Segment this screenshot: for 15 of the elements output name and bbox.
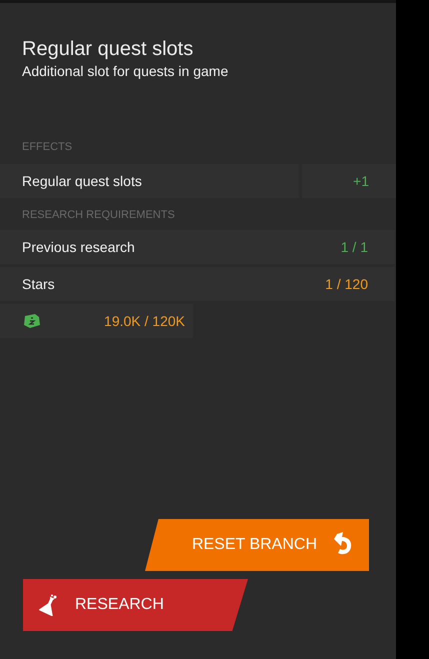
effect-label: Regular quest slots xyxy=(0,164,299,198)
reset-branch-button[interactable]: RESET BRANCH xyxy=(145,519,369,571)
panel-title: Regular quest slots xyxy=(22,37,194,62)
requirement-value: 1 / 1 xyxy=(340,238,368,256)
requirement-label: Stars xyxy=(22,274,55,294)
research-button[interactable]: RESEARCH xyxy=(23,579,248,631)
section-heading: EFFECTS xyxy=(21,140,72,154)
panel-subtitle: Additional slot for quests in game xyxy=(22,62,230,80)
banknotes-icon xyxy=(22,313,42,329)
section-heading: RESEARCH REQUIREMENTS xyxy=(21,208,175,222)
requirement-label: Previous research xyxy=(22,238,135,256)
requirement-value: 19.0K / 120K xyxy=(104,312,185,330)
flask-icon xyxy=(39,594,59,616)
requirement-value: 1 / 120 xyxy=(325,274,368,294)
effect-value: +1 xyxy=(302,164,396,198)
